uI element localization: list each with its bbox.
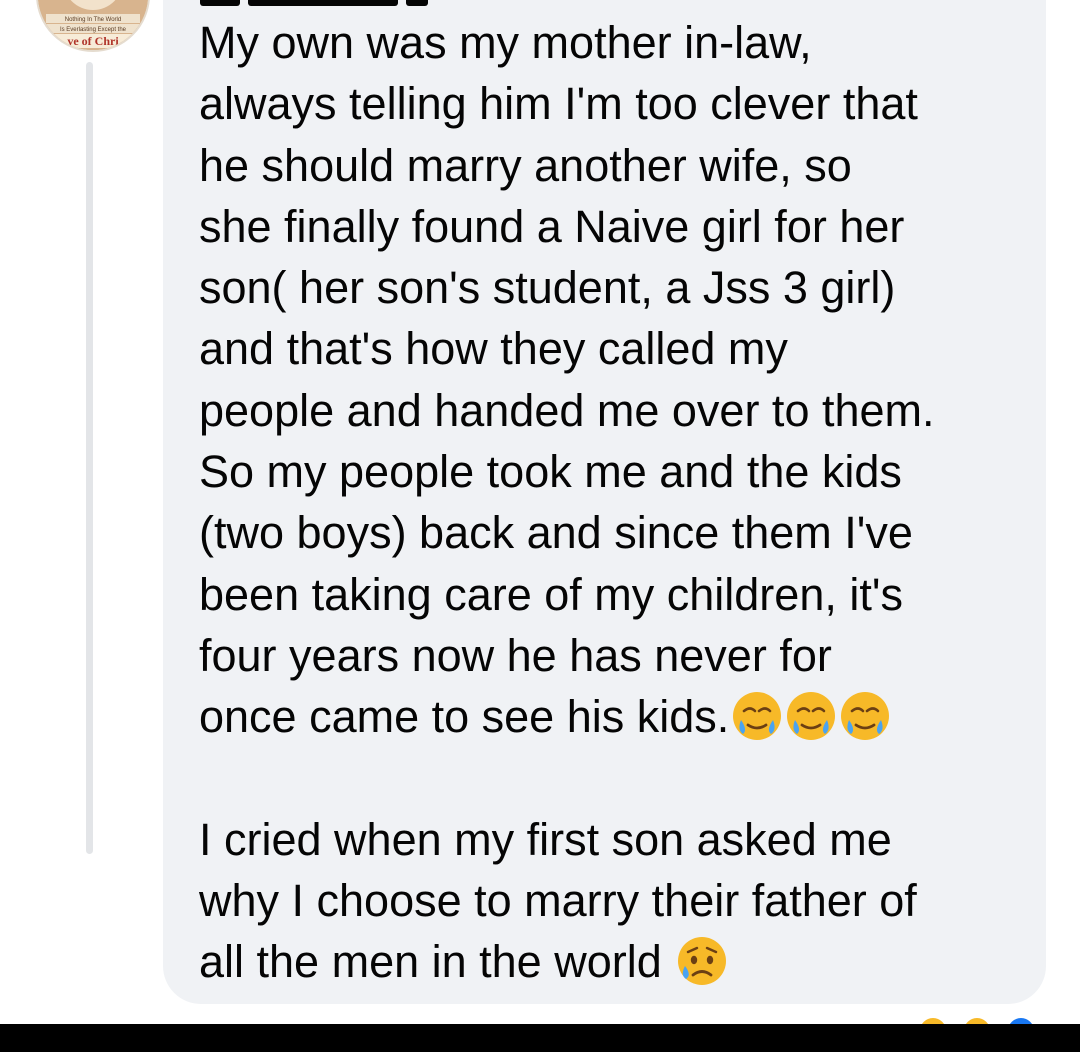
comment-paragraph-2-text: I cried when my first son asked me why I… (199, 813, 917, 988)
comment-paragraph-1-text: My own was my mother in-law, always tell… (199, 17, 935, 743)
comment-paragraph-1: My own was my mother in-law, always tell… (199, 12, 1034, 748)
comment-paragraph-2: I cried when my first son asked me why I… (199, 809, 1034, 993)
sad-but-relieved-face-icon (678, 937, 727, 986)
avatar-image: Nothing In The World Is Everlasting Exce… (38, 0, 148, 50)
reply-thread-line (86, 62, 93, 854)
comment-text: My own was my mother in-law, always tell… (199, 12, 1034, 992)
face-holding-back-tears-icon (787, 692, 836, 741)
face-holding-back-tears-icon (733, 692, 782, 741)
commenter-avatar[interactable]: Nothing In The World Is Everlasting Exce… (36, 0, 150, 52)
avatar-caption-3: ve of Chri (67, 34, 119, 48)
bottom-black-bar (0, 1024, 1080, 1052)
face-holding-back-tears-icon (841, 692, 890, 741)
avatar-caption-2: Is Everlasting Except the (60, 27, 127, 33)
commenter-name-cropped[interactable] (200, 0, 540, 6)
comment-screen: Nothing In The World Is Everlasting Exce… (0, 0, 1080, 1052)
avatar-caption-1: Nothing In The World (65, 17, 121, 23)
